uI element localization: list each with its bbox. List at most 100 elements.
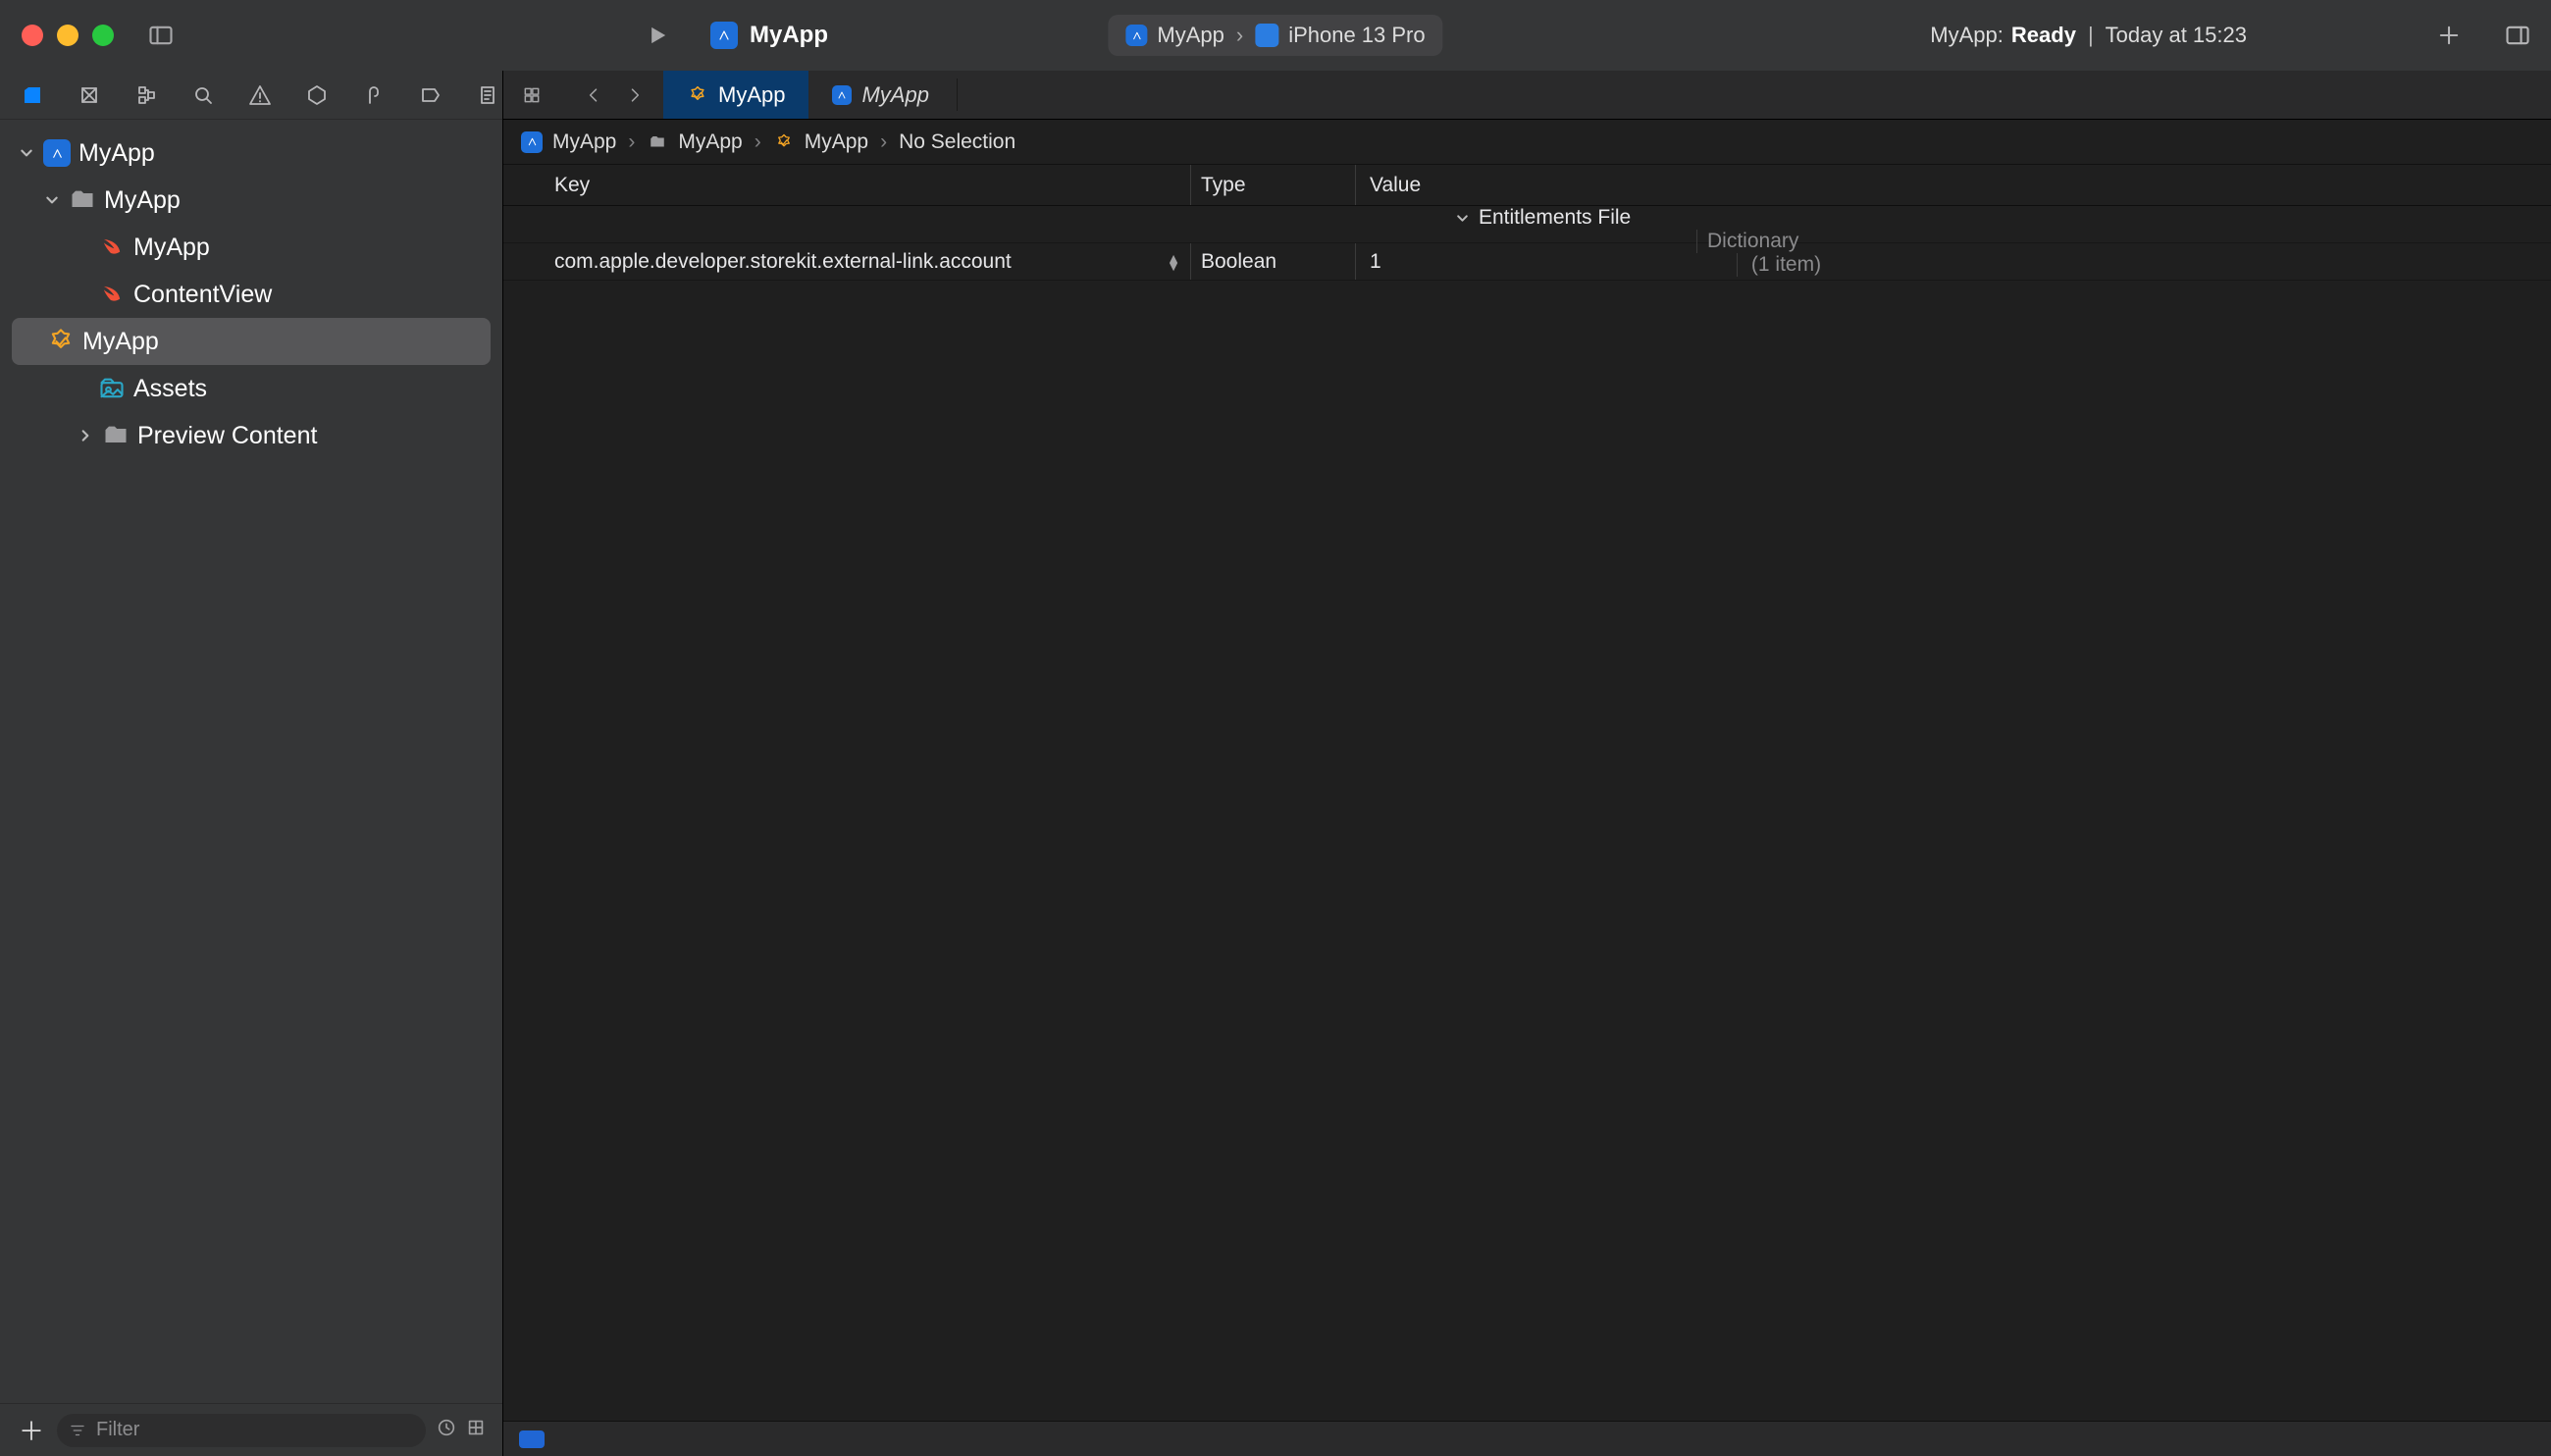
editor-tab-label: MyApp xyxy=(718,82,785,108)
window-minimize-button[interactable] xyxy=(57,25,78,46)
jumpbar-segment[interactable]: No Selection xyxy=(899,130,1015,154)
tree-group[interactable]: MyApp xyxy=(0,177,502,224)
plist-type[interactable]: Boolean xyxy=(1190,243,1355,280)
plist-key[interactable]: com.apple.developer.storekit.external-li… xyxy=(554,250,1012,274)
tree-group-preview-content[interactable]: Preview Content xyxy=(0,412,502,459)
project-navigator-tab[interactable] xyxy=(18,80,47,110)
assets-icon xyxy=(98,375,126,402)
window-title: MyApp xyxy=(710,22,828,49)
plist-column-headers: Key Type Value xyxy=(503,165,2551,206)
find-navigator-tab[interactable] xyxy=(188,80,218,110)
debug-navigator-tab[interactable] xyxy=(359,80,389,110)
chevron-down-icon[interactable] xyxy=(18,146,35,160)
navigator-sidebar: MyApp MyApp MyApp ContentView xyxy=(0,71,503,1456)
editor-area: MyApp MyApp MyApp › MyApp › xyxy=(503,71,2551,1456)
related-items-icon[interactable] xyxy=(517,85,547,105)
project-icon xyxy=(521,131,543,153)
tree-file-swift[interactable]: MyApp xyxy=(0,224,502,271)
plist-value[interactable]: 1 ▲▼ xyxy=(1355,243,2551,280)
nav-back-icon[interactable] xyxy=(579,85,608,105)
tree-item-label: MyApp xyxy=(133,234,210,262)
tree-file-assets[interactable]: Assets xyxy=(0,365,502,412)
status-state: Ready xyxy=(2011,23,2076,48)
tree-item-label: Assets xyxy=(133,375,207,403)
chevron-right-icon[interactable] xyxy=(77,429,94,442)
jumpbar-segment[interactable]: MyApp xyxy=(805,130,868,154)
source-control-navigator-tab[interactable] xyxy=(75,80,104,110)
navigator-tabs xyxy=(0,71,502,120)
test-navigator-tab[interactable] xyxy=(302,80,332,110)
tree-item-label: Preview Content xyxy=(137,422,317,450)
breakpoint-navigator-tab[interactable] xyxy=(416,80,445,110)
window-close-button[interactable] xyxy=(22,25,43,46)
status-time: Today at 15:23 xyxy=(2106,23,2247,48)
library-button[interactable] xyxy=(2498,16,2537,55)
filter-icon xyxy=(69,1422,86,1439)
chevron-right-icon: › xyxy=(755,130,761,154)
project-tree: MyApp MyApp MyApp ContentView xyxy=(0,120,502,1403)
filter-placeholder: Filter xyxy=(96,1419,139,1441)
window-zoom-button[interactable] xyxy=(92,25,114,46)
editor-footer xyxy=(503,1421,2551,1456)
plist-key: Entitlements File xyxy=(1479,206,1631,230)
project-icon xyxy=(43,139,71,167)
filter-field[interactable]: Filter xyxy=(57,1414,426,1447)
editor-tab-bar: MyApp MyApp xyxy=(503,71,2551,120)
tree-item-label: MyApp xyxy=(104,186,181,215)
tree-file-entitlements-selected[interactable]: MyApp xyxy=(12,318,491,365)
swift-icon xyxy=(98,234,126,261)
add-file-button[interactable]: ＋ xyxy=(16,1412,47,1448)
target-icon xyxy=(1125,25,1147,46)
issue-navigator-tab[interactable] xyxy=(245,80,275,110)
entitlements-icon xyxy=(687,84,708,106)
jump-bar[interactable]: MyApp › MyApp › MyApp › No Selection xyxy=(503,120,2551,165)
jumpbar-segment[interactable]: MyApp xyxy=(552,130,616,154)
editor-tab-label: MyApp xyxy=(861,82,928,108)
entitlements-icon xyxy=(773,131,795,153)
scheme-device-label: iPhone 13 Pro xyxy=(1288,23,1425,48)
chevron-down-icon[interactable] xyxy=(43,193,61,207)
window-title-text: MyApp xyxy=(750,22,828,49)
plist-value-text: 1 xyxy=(1370,250,1381,274)
tree-item-label: MyApp xyxy=(82,328,159,356)
plist-empty-area xyxy=(503,281,2551,1421)
report-navigator-tab[interactable] xyxy=(473,80,502,110)
folder-icon xyxy=(102,422,130,449)
key-popup-icon[interactable]: ▲▼ xyxy=(1167,254,1180,270)
breakpoint-toggle-icon[interactable] xyxy=(519,1430,545,1448)
folder-icon xyxy=(69,186,96,214)
swift-icon xyxy=(98,281,126,308)
jumpbar-segment[interactable]: MyApp xyxy=(678,130,742,154)
column-header-value[interactable]: Value xyxy=(1355,165,2551,205)
activity-status: MyApp: Ready | Today at 15:23 xyxy=(1930,23,2247,48)
device-icon xyxy=(1255,24,1278,47)
chevron-right-icon: › xyxy=(628,130,635,154)
add-button[interactable] xyxy=(2429,16,2469,55)
scheme-selector[interactable]: MyApp › iPhone 13 Pro xyxy=(1108,15,1442,56)
navigator-footer: ＋ Filter xyxy=(0,1403,502,1456)
nav-forward-icon[interactable] xyxy=(620,85,650,105)
plist-root-row[interactable]: Entitlements File Dictionary (1 item) xyxy=(503,206,2551,243)
folder-icon xyxy=(647,131,668,153)
status-project: MyApp: xyxy=(1930,23,2004,48)
column-header-type[interactable]: Type xyxy=(1190,165,1355,205)
run-button[interactable] xyxy=(638,16,677,55)
plist-child-row[interactable]: com.apple.developer.storekit.external-li… xyxy=(503,243,2551,281)
app-icon xyxy=(710,22,738,49)
scm-filter-icon[interactable] xyxy=(465,1417,487,1443)
editor-tab-active[interactable]: MyApp xyxy=(663,71,808,119)
toggle-navigator-icon[interactable] xyxy=(141,16,181,55)
tree-item-label: MyApp xyxy=(78,139,155,168)
recent-filter-icon[interactable] xyxy=(436,1417,457,1443)
chevron-right-icon: › xyxy=(1236,23,1243,48)
column-header-key[interactable]: Key xyxy=(503,165,1190,205)
tree-item-label: ContentView xyxy=(133,281,272,309)
scheme-project-label: MyApp xyxy=(1157,23,1223,48)
project-icon xyxy=(832,85,852,105)
titlebar: MyApp MyApp › iPhone 13 Pro MyApp: Ready… xyxy=(0,0,2551,71)
tree-file-swift[interactable]: ContentView xyxy=(0,271,502,318)
symbol-navigator-tab[interactable] xyxy=(131,80,161,110)
chevron-down-icon[interactable] xyxy=(1453,212,1471,225)
editor-tab-secondary[interactable]: MyApp xyxy=(808,71,952,119)
tree-project-root[interactable]: MyApp xyxy=(0,130,502,177)
